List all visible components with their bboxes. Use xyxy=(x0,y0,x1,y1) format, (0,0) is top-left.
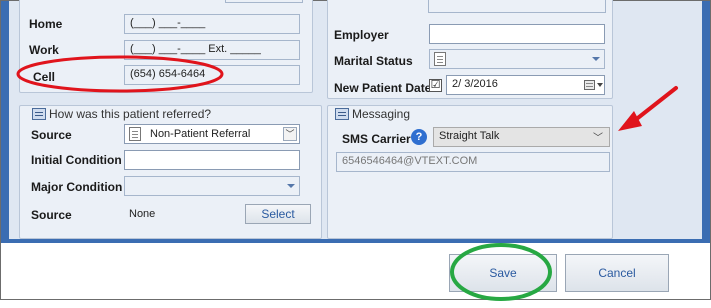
green-ellipse-annotation xyxy=(450,243,552,301)
annotation-overlay xyxy=(16,55,678,301)
red-ellipse-annotation xyxy=(16,55,224,93)
red-arrow-head xyxy=(618,111,642,131)
red-arrow xyxy=(632,86,678,123)
